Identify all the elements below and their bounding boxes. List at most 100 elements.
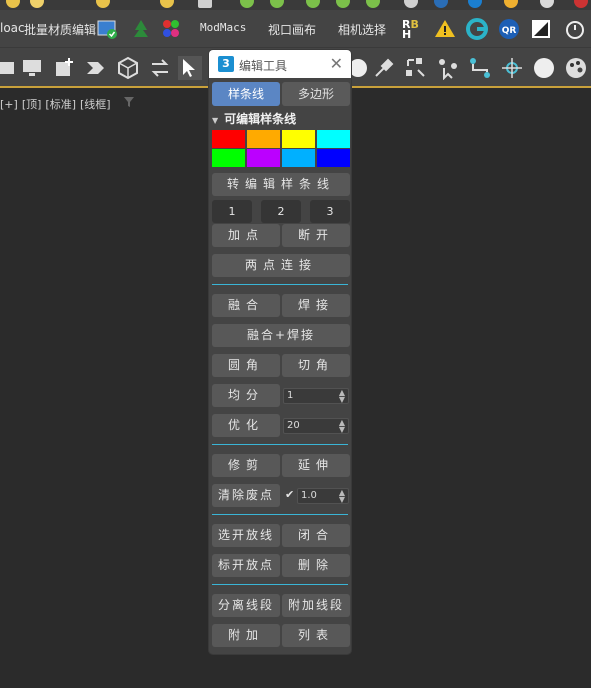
chamfer-button[interactable]: 切角 <box>282 354 350 377</box>
clear-threshold-spinner[interactable]: 1.0 ▲ ▼ <box>297 488 349 504</box>
modmacs-button[interactable]: ModMacs <box>200 21 246 34</box>
toolbar-icon[interactable] <box>240 0 254 8</box>
select-arrow-icon[interactable] <box>178 56 202 80</box>
convert-spline-button[interactable]: 转编辑样条线 <box>212 173 350 196</box>
detach-segment-button[interactable]: 分离线段 <box>212 594 280 617</box>
toolbar-icon[interactable] <box>30 0 44 8</box>
num-button-1[interactable]: 1 <box>212 200 252 223</box>
rbh-icon[interactable]: RB H <box>402 19 426 42</box>
add-point-button[interactable]: 加点 <box>212 224 280 247</box>
app-badge-icon: 3 <box>218 56 234 72</box>
tree-icon[interactable] <box>130 18 152 40</box>
color-swatch-blue[interactable] <box>317 149 350 167</box>
table-icon[interactable] <box>198 0 212 8</box>
toolbar-icon[interactable] <box>366 0 380 8</box>
tab-spline[interactable]: 样条线 <box>212 82 280 106</box>
toolbar-icon[interactable] <box>6 0 20 8</box>
fuse-weld-button[interactable]: 融合+焊接 <box>212 324 350 347</box>
add-box-icon[interactable] <box>52 56 76 80</box>
color-swatch-sky-blue[interactable] <box>282 149 315 167</box>
toolbar-icon[interactable] <box>504 0 518 8</box>
section-title: 可编辑样条线 <box>224 112 297 126</box>
timer-icon[interactable] <box>564 18 586 40</box>
extend-button[interactable]: 延伸 <box>282 454 350 477</box>
delete-button[interactable]: 删除 <box>282 554 350 577</box>
crosshair-icon[interactable] <box>500 56 524 80</box>
toolbar-icon[interactable] <box>404 0 418 8</box>
viewport-shading-menu[interactable]: [线框] <box>80 98 111 111</box>
clear-waste-points-button[interactable]: 清除废点 <box>212 484 280 507</box>
weld-button[interactable]: 焊接 <box>282 294 350 317</box>
spinner-arrows-icon[interactable]: ▲ ▼ <box>338 489 346 504</box>
trim-button[interactable]: 修剪 <box>212 454 280 477</box>
color-swatches <box>212 130 350 168</box>
optimize-button[interactable]: 优化 <box>212 414 280 437</box>
toolbar-icon[interactable] <box>574 0 588 8</box>
filter-icon[interactable] <box>124 97 134 107</box>
camera-select-button[interactable]: 相机选择 <box>338 21 386 38</box>
swap-icon[interactable] <box>148 56 172 80</box>
viewport-plus-menu[interactable]: [+] <box>0 98 18 111</box>
select-open-lines-button[interactable]: 选开放线 <box>212 524 280 547</box>
attach-button[interactable]: 附加 <box>212 624 280 647</box>
toolbar-icon[interactable] <box>306 0 320 8</box>
transform-icon[interactable] <box>404 56 428 80</box>
viewport-label[interactable]: [+] [顶] [标准] [线框] <box>0 96 115 112</box>
divide-spinner[interactable]: 1 ▲ ▼ <box>283 388 349 404</box>
color-swatch-orange[interactable] <box>247 130 280 148</box>
section-header[interactable]: ▼ 可编辑样条线 <box>212 110 296 127</box>
color-swatch-cyan[interactable] <box>317 130 350 148</box>
color-swatch-green[interactable] <box>212 149 245 167</box>
material-balls-icon[interactable] <box>160 18 182 40</box>
box-icon[interactable] <box>0 56 18 80</box>
viewport-quality-menu[interactable]: [标准] <box>45 98 76 111</box>
attach-segment-button[interactable]: 附加线段 <box>282 594 350 617</box>
g-logo-icon[interactable] <box>466 18 488 40</box>
close-spline-button[interactable]: 闭合 <box>282 524 350 547</box>
white-sphere-icon[interactable] <box>532 56 556 80</box>
loac-label[interactable]: loac <box>0 21 25 35</box>
spinner-arrows-icon[interactable]: ▲ ▼ <box>338 389 346 404</box>
num-button-3[interactable]: 3 <box>310 200 350 223</box>
color-swatch-purple[interactable] <box>247 149 280 167</box>
connect-two-points-button[interactable]: 两点连接 <box>212 254 350 277</box>
batch-material-button[interactable]: 批量材质编辑 <box>24 21 96 38</box>
color-swatch-red[interactable] <box>212 130 245 148</box>
warning-icon[interactable] <box>434 18 456 40</box>
path-icon[interactable] <box>468 56 492 80</box>
contrast-square-icon[interactable] <box>530 18 552 40</box>
num-button-2[interactable]: 2 <box>261 200 301 223</box>
spinner-arrows-icon[interactable]: ▲ ▼ <box>338 419 346 434</box>
ir-icon[interactable] <box>468 0 482 8</box>
viewport-view-menu[interactable]: [顶] <box>22 98 42 111</box>
cube-icon[interactable] <box>116 56 140 80</box>
collapse-triangle-icon[interactable]: ▼ <box>212 116 218 125</box>
monitor-icon[interactable] <box>20 56 44 80</box>
scatter-icon[interactable] <box>436 56 460 80</box>
image-check-icon[interactable] <box>96 18 118 40</box>
edit-tools-panel: 3 编辑工具 ✕ 样条线 多边形 ▼ 可编辑样条线 转编辑样条线 1 2 3 加点… <box>209 50 351 654</box>
eyedropper-icon[interactable] <box>372 56 396 80</box>
viewport-canvas-button[interactable]: 视口画布 <box>268 21 316 38</box>
tab-polygon[interactable]: 多边形 <box>282 82 350 106</box>
list-button[interactable]: 列表 <box>282 624 350 647</box>
toolbar-icon[interactable] <box>160 0 174 8</box>
mark-open-points-button[interactable]: 标开放点 <box>212 554 280 577</box>
fillet-button[interactable]: 圆角 <box>212 354 280 377</box>
fuse-button[interactable]: 融合 <box>212 294 280 317</box>
clear-checkbox[interactable]: ✔ <box>285 488 294 501</box>
qr-icon[interactable]: QR <box>498 18 520 40</box>
break-button[interactable]: 断开 <box>282 224 350 247</box>
flip-icon[interactable] <box>84 56 108 80</box>
toolbar-icon[interactable] <box>96 0 110 8</box>
toolbar-icon[interactable] <box>540 0 554 8</box>
toolbar-icon[interactable] <box>336 0 350 8</box>
ai-icon[interactable] <box>434 0 448 8</box>
color-swatch-yellow[interactable] <box>282 130 315 148</box>
panel-title-bar[interactable]: 3 编辑工具 ✕ <box>209 50 351 78</box>
optimize-spinner[interactable]: 20 ▲ ▼ <box>283 418 349 434</box>
palette-icon[interactable] <box>564 56 588 80</box>
divide-button[interactable]: 均分 <box>212 384 280 407</box>
close-icon[interactable]: ✕ <box>330 54 343 73</box>
toolbar-icon[interactable] <box>270 0 284 8</box>
